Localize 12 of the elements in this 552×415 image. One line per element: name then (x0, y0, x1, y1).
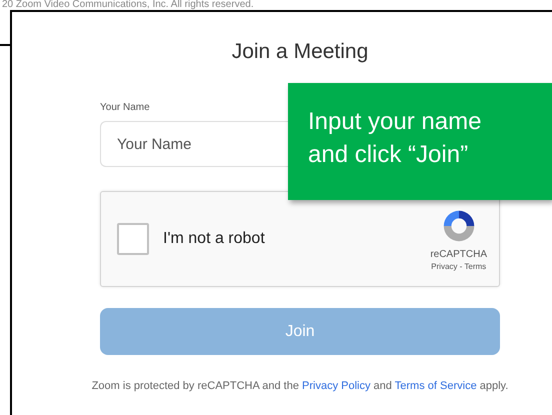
captcha-checkbox[interactable] (117, 223, 149, 255)
callout-note: Input your name and click “Join” (288, 83, 552, 200)
footer-text: Zoom is protected by reCAPTCHA and the Privacy Policy and Terms of Service apply. (90, 380, 510, 392)
field-label: Your Name (100, 102, 151, 113)
footer-link[interactable]: Terms of Service (394, 380, 477, 392)
recaptcha-brand: reCAPTCHA (430, 249, 487, 260)
page-title: Join a Meeting (230, 40, 370, 64)
copyright-text: 20 Zoom Video Communications, Inc. All rights reserved. (1, 0, 255, 10)
name-input-field[interactable]: Your Name (100, 121, 288, 167)
footer-link[interactable]: Privacy Policy (302, 380, 370, 392)
captcha-label: I'm not a robot (163, 230, 266, 248)
privacy-terms-link[interactable]: Privacy - Terms (431, 262, 486, 271)
